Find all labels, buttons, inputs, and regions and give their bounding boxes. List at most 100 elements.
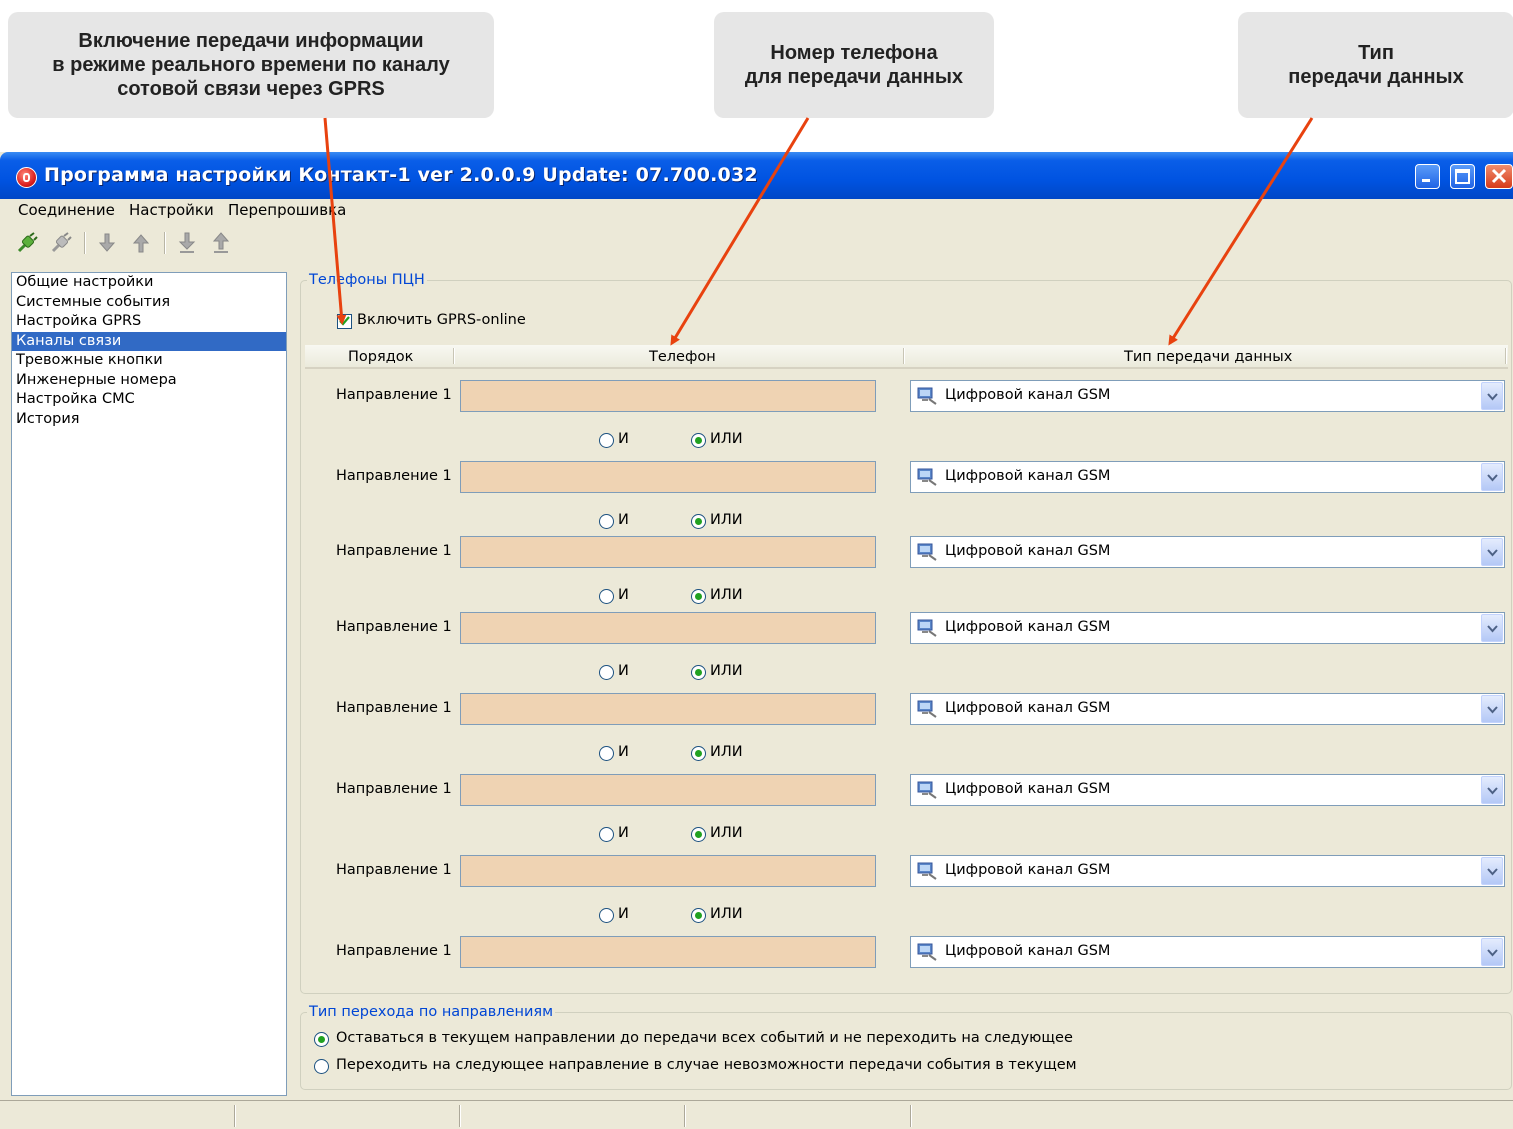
transition-option-next-label[interactable]: Переходить на следующее направление в сл… [336,1057,1077,1073]
header-separator[interactable] [453,348,455,364]
tree-item-system-events[interactable]: Системные события [12,293,286,313]
dropdown-button[interactable] [1481,857,1503,885]
menu-settings[interactable]: Настройки [129,201,214,219]
dropdown-button[interactable] [1481,938,1503,966]
phone-number-input[interactable] [460,461,876,493]
transition-option-stay-radio[interactable] [314,1032,329,1047]
dropdown-button[interactable] [1481,463,1503,491]
connect-button[interactable] [16,232,38,254]
phone-number-input[interactable] [460,380,876,412]
dropdown-button[interactable] [1481,695,1503,723]
data-type-value: Цифровой канал GSM [945,943,1111,959]
data-type-select[interactable]: Цифровой канал GSM [910,774,1505,806]
logic-or-radio[interactable] [691,908,706,923]
phone-number-input[interactable] [460,936,876,968]
minimize-icon [1422,179,1430,182]
transition-group-legend: Тип перехода по направлениям [309,1004,554,1020]
logic-or-label[interactable]: ИЛИ [710,431,743,447]
maximize-button[interactable] [1450,164,1475,189]
checkmark-icon [339,316,350,326]
header-separator[interactable] [903,348,905,364]
logic-or-label[interactable]: ИЛИ [710,825,743,841]
read-file-button[interactable] [176,232,198,254]
logic-and-label[interactable]: И [618,663,629,679]
data-type-select[interactable]: Цифровой канал GSM [910,536,1505,568]
data-type-select[interactable]: Цифровой канал GSM [910,380,1505,412]
logic-and-label[interactable]: И [618,906,629,922]
callout-gprs-online: Включение передачи информации в режиме р… [8,12,494,118]
direction-label: Направление 1 [336,543,452,559]
read-button[interactable] [96,232,118,254]
logic-and-radio[interactable] [599,514,614,529]
data-type-select[interactable]: Цифровой канал GSM [910,936,1505,968]
logic-or-label[interactable]: ИЛИ [710,744,743,760]
disconnect-button[interactable] [50,232,72,254]
logic-or-radio[interactable] [691,433,706,448]
data-type-select[interactable]: Цифровой канал GSM [910,612,1505,644]
callout-phone-number: Номер телефона для передачи данных [714,12,994,118]
menu-connection[interactable]: Соединение [18,201,115,219]
data-type-value: Цифровой канал GSM [945,700,1111,716]
logic-or-label[interactable]: ИЛИ [710,906,743,922]
transition-option-stay-label[interactable]: Оставаться в текущем направлении до пере… [336,1030,1073,1046]
logic-and-radio[interactable] [599,746,614,761]
logic-and-label[interactable]: И [618,431,629,447]
logic-or-radio[interactable] [691,746,706,761]
phone-number-input[interactable] [460,774,876,806]
tree-item-sms[interactable]: Настройка СМС [12,390,286,410]
dropdown-button[interactable] [1481,776,1503,804]
logic-or-radio[interactable] [691,827,706,842]
dropdown-button[interactable] [1481,614,1503,642]
write-file-button[interactable] [210,232,232,254]
phone-number-input[interactable] [460,536,876,568]
logic-or-label[interactable]: ИЛИ [710,512,743,528]
logic-and-label[interactable]: И [618,825,629,841]
menu-firmware[interactable]: Перепрошивка [228,201,346,219]
tree-item-alarm-buttons[interactable]: Тревожные кнопки [12,351,286,371]
connect-icon [17,232,38,253]
title-bar[interactable]: Программа настройки Контакт-1 ver 2.0.0.… [0,152,1513,199]
tree-item-general[interactable]: Общие настройки [12,273,286,293]
tree-item-channels[interactable]: Каналы связи [12,331,286,351]
logic-and-radio[interactable] [599,827,614,842]
close-button[interactable] [1485,164,1513,189]
window-title: Программа настройки Контакт-1 ver 2.0.0.… [44,164,758,186]
gprs-online-label[interactable]: Включить GPRS-online [357,312,526,328]
logic-and-radio[interactable] [599,589,614,604]
logic-and-label[interactable]: И [618,587,629,603]
logic-or-radio[interactable] [691,665,706,680]
logic-or-label[interactable]: ИЛИ [710,663,743,679]
phone-number-input[interactable] [460,693,876,725]
header-order[interactable]: Порядок [348,349,413,365]
data-type-select[interactable]: Цифровой канал GSM [910,693,1505,725]
header-separator[interactable] [1505,348,1507,364]
minimize-button[interactable] [1415,164,1440,189]
logic-or-label[interactable]: ИЛИ [710,587,743,603]
tree-item-engineer-numbers[interactable]: Инженерные номера [12,371,286,391]
transition-option-next-radio[interactable] [314,1059,329,1074]
dropdown-button[interactable] [1481,382,1503,410]
logic-and-label[interactable]: И [618,512,629,528]
logic-or-radio[interactable] [691,514,706,529]
gprs-online-checkbox[interactable] [337,314,352,329]
header-data-type[interactable]: Тип передачи данных [1124,349,1292,365]
direction-label: Направление 1 [336,387,452,403]
header-phone[interactable]: Телефон [649,349,716,365]
dropdown-button[interactable] [1481,538,1503,566]
callout-gprs-online-text: Включение передачи информации в режиме р… [52,30,450,100]
logic-and-radio[interactable] [599,665,614,680]
logic-and-radio[interactable] [599,908,614,923]
channels-table-header: Порядок Телефон Тип передачи данных [305,345,1508,369]
logic-and-label[interactable]: И [618,744,629,760]
tree-item-gprs[interactable]: Настройка GPRS [12,312,286,332]
logic-and-radio[interactable] [599,433,614,448]
logic-or-radio[interactable] [691,589,706,604]
data-type-select[interactable]: Цифровой канал GSM [910,461,1505,493]
phone-number-input[interactable] [460,612,876,644]
tree-item-history[interactable]: История [12,410,286,430]
data-type-select[interactable]: Цифровой канал GSM [910,855,1505,887]
phone-number-input[interactable] [460,855,876,887]
disconnect-icon [51,232,72,253]
write-button[interactable] [130,232,152,254]
callout-phone-number-text: Номер телефона для передачи данных [744,42,964,88]
